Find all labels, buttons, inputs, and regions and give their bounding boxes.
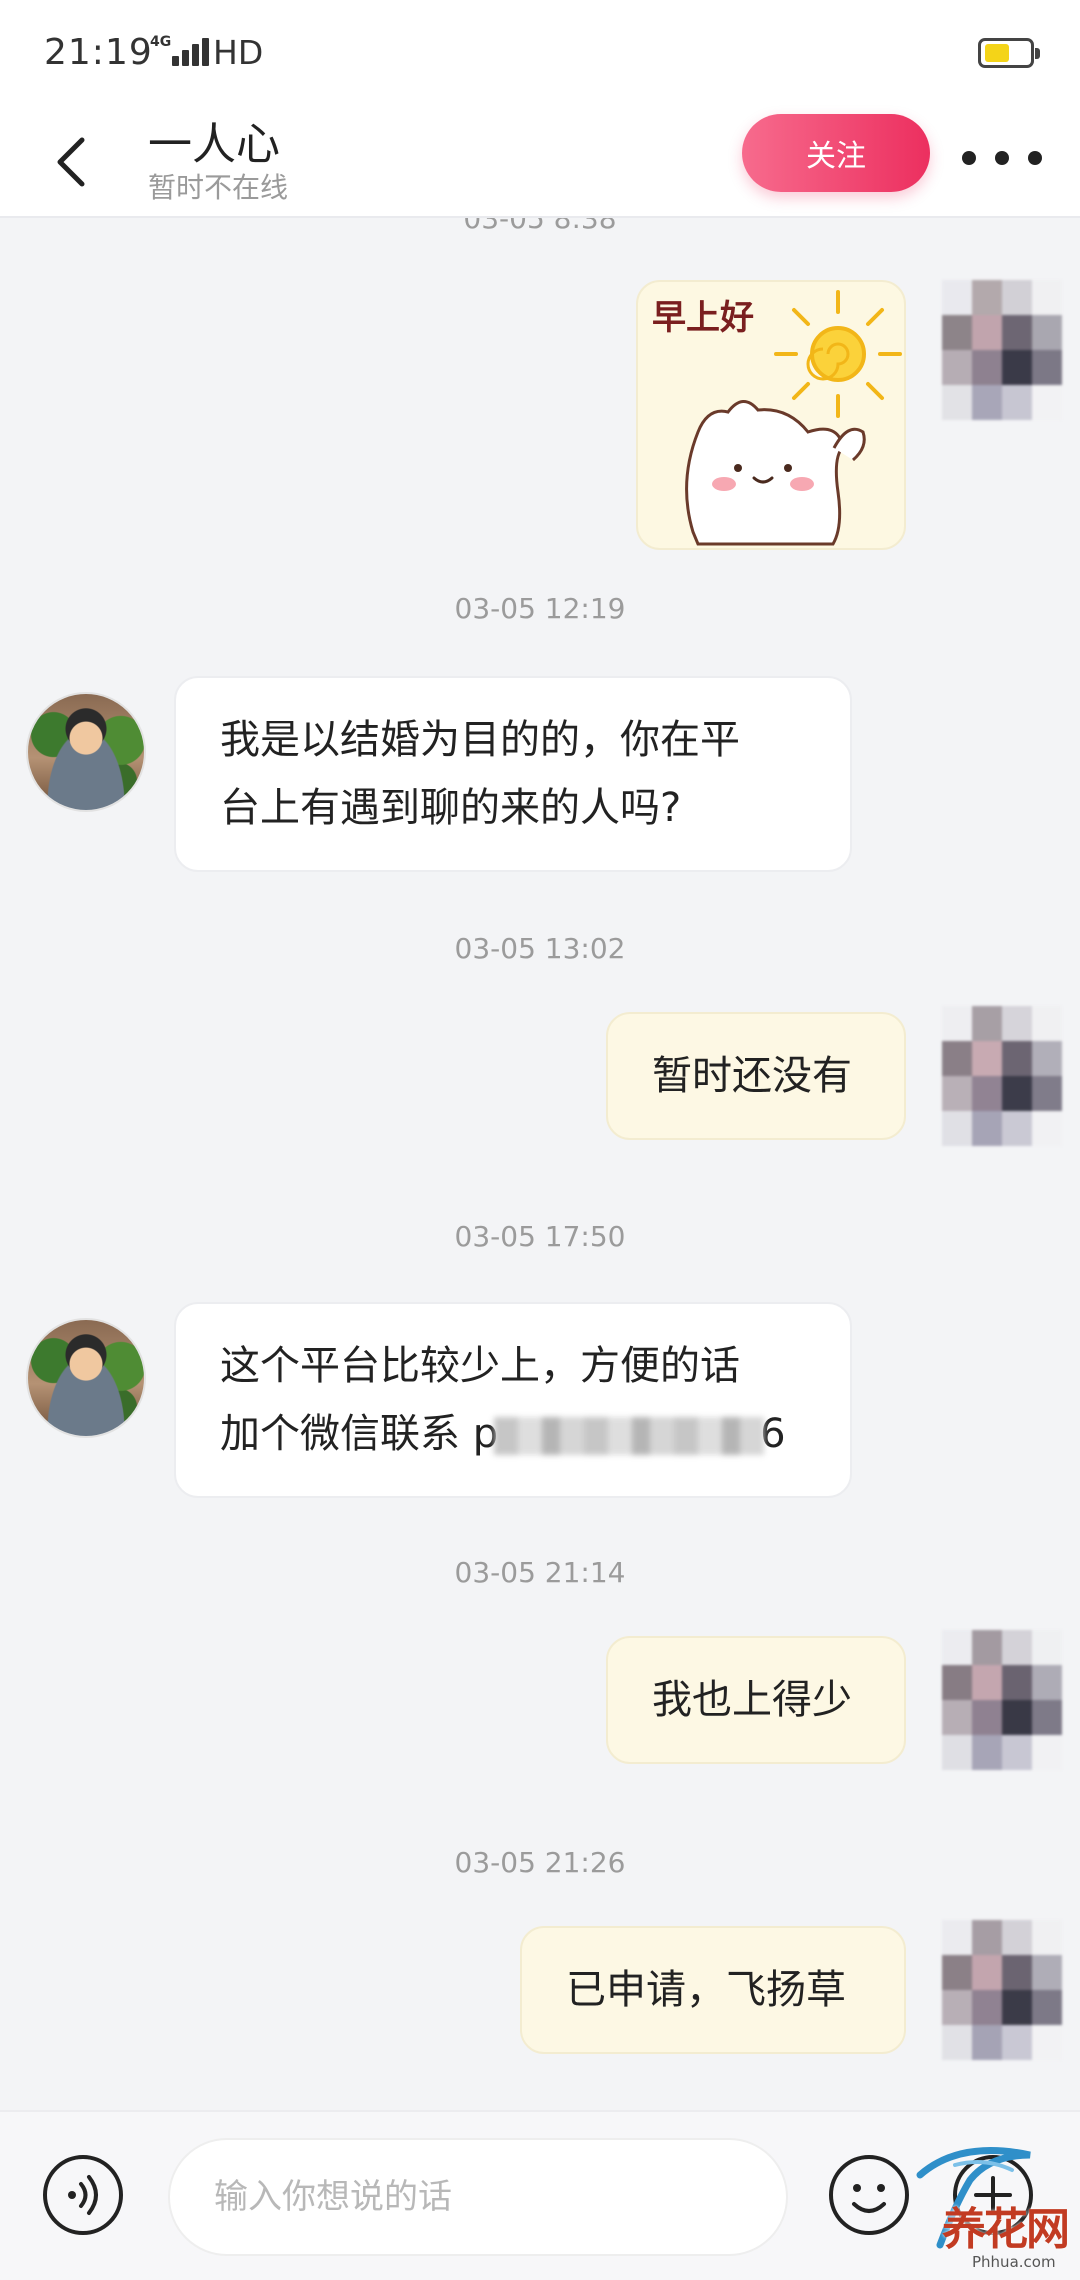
back-button[interactable] xyxy=(42,122,102,202)
message-bubble-outgoing[interactable]: 我也上得少 xyxy=(606,1636,906,1764)
sticker-message[interactable]: 早上好 xyxy=(636,280,906,550)
my-avatar[interactable] xyxy=(942,280,1062,420)
voice-button[interactable] xyxy=(40,2152,126,2238)
timestamp: 03-05 21:26 xyxy=(454,1846,626,1879)
more-dot xyxy=(995,151,1009,165)
timestamp: 03-05 21:14 xyxy=(454,1556,626,1589)
chat-area[interactable]: 03-05 8:38 早上好 03-05 12:19 我是以结婚为目的的，你在平… xyxy=(0,202,1080,2110)
smile-icon xyxy=(829,2155,909,2235)
message-line: 加个微信联系 p6 xyxy=(220,1400,806,1468)
message-bubble-outgoing[interactable]: 暂时还没有 xyxy=(606,1012,906,1140)
battery-level xyxy=(985,44,1009,62)
status-bar: 21:19 4G HD xyxy=(0,0,1080,110)
voice-icon xyxy=(43,2155,123,2235)
network-indicator: 4G HD xyxy=(150,33,264,72)
input-bar xyxy=(0,2110,1080,2280)
more-button[interactable] xyxy=(962,128,1042,188)
timestamp: 03-05 13:02 xyxy=(454,932,626,965)
chevron-left-icon xyxy=(57,137,85,187)
message-text: 加个微信联系 p xyxy=(220,1411,499,1457)
message-line: 暂时还没有 xyxy=(652,1053,852,1099)
battery-icon xyxy=(978,38,1040,68)
my-avatar[interactable] xyxy=(942,1630,1062,1770)
top-area: 21:19 4G HD 一人心 暂时不在线 关注 xyxy=(0,0,1080,218)
message-line: 我是以结婚为目的的，你在平 xyxy=(220,717,740,763)
more-dot xyxy=(962,151,976,165)
contact-status: 暂时不在线 xyxy=(148,171,289,204)
more-dot xyxy=(1028,151,1042,165)
message-line: 已申请，飞扬草 xyxy=(566,1967,846,2013)
sun-icon xyxy=(685,290,902,546)
message-line: 这个平台比较少上，方便的话 xyxy=(220,1343,740,1389)
my-avatar[interactable] xyxy=(942,1006,1062,1146)
chat-header: 一人心 暂时不在线 关注 xyxy=(0,108,1080,218)
status-time: 21:19 xyxy=(44,32,153,73)
message-bubble-incoming[interactable]: 这个平台比较少上，方便的话 加个微信联系 p6 xyxy=(174,1302,852,1498)
timestamp: 03-05 17:50 xyxy=(454,1220,626,1253)
redacted-text xyxy=(494,1417,765,1455)
message-bubble-incoming[interactable]: 我是以结婚为目的的，你在平 台上有遇到聊的来的人吗? xyxy=(174,676,852,872)
my-avatar[interactable] xyxy=(942,1920,1062,2060)
message-input[interactable] xyxy=(168,2138,788,2256)
plus-icon xyxy=(953,2155,1033,2235)
contact-avatar[interactable] xyxy=(26,692,146,812)
message-bubble-outgoing[interactable]: 已申请，飞扬草 xyxy=(520,1926,906,2054)
contact-name: 一人心 xyxy=(148,119,280,170)
emoji-button[interactable] xyxy=(826,2152,912,2238)
hd-label: HD xyxy=(213,33,264,72)
timestamp: 03-05 12:19 xyxy=(454,592,626,625)
message-line: 台上有遇到聊的来的人吗? xyxy=(220,785,682,831)
network-type: 4G xyxy=(150,34,172,50)
follow-button[interactable]: 关注 xyxy=(742,114,930,192)
more-actions-button[interactable] xyxy=(950,2152,1036,2238)
message-line: 我也上得少 xyxy=(652,1677,852,1723)
contact-avatar[interactable] xyxy=(26,1318,146,1438)
